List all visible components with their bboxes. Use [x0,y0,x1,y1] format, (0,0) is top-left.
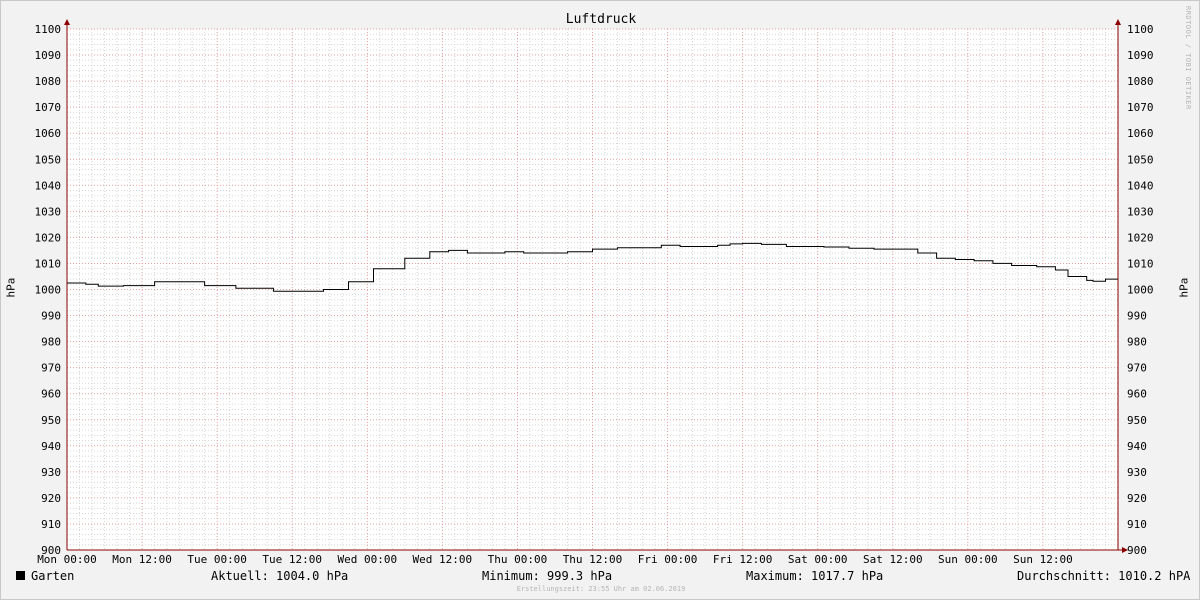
legend-maximum: Maximum: 1017.7 hPa [746,569,884,583]
x-tick-label: Wed 00:00 [337,553,397,566]
y-tick-label-right: 1020 [1127,231,1154,244]
x-tick-label: Wed 12:00 [413,553,473,566]
y-tick-label-right: 1090 [1127,49,1154,62]
y-tick-label-right: 910 [1127,518,1147,531]
y-tick-label: 1070 [35,101,62,114]
y-tick-label: 1090 [35,49,62,62]
x-tick-label: Mon 12:00 [112,553,172,566]
y-tick-label-right: 1060 [1127,127,1154,140]
x-tick-label: Sun 12:00 [1013,553,1073,566]
y-tick-label: 1050 [35,153,62,166]
y-tick-label-right: 1000 [1127,284,1154,297]
y-tick-label-right: 950 [1127,414,1147,427]
x-tick-label: Fri 00:00 [638,553,698,566]
x-tick-label: Thu 00:00 [488,553,548,566]
y-tick-label-right: 1050 [1127,153,1154,166]
legend-series-label: Garten [31,569,75,583]
y-tick-label: 1040 [35,179,62,192]
x-tick-label: Thu 12:00 [563,553,623,566]
y-tick-label: 940 [41,440,61,453]
y-tick-label: 980 [41,336,61,349]
y-tick-label: 950 [41,414,61,427]
y-tick-label: 1020 [35,231,62,244]
y-tick-label: 1100 [35,23,62,36]
x-tick-label: Sat 12:00 [863,553,923,566]
y-tick-label-right: 940 [1127,440,1147,453]
y-tick-label-right: 900 [1127,544,1147,557]
x-tick-label: Sun 00:00 [938,553,998,566]
y-tick-label-right: 1010 [1127,257,1154,270]
legend-average: Durchschnitt: 1010.2 hPA [1017,569,1191,583]
y-tick-label-right: 930 [1127,466,1147,479]
x-tick-label: Mon 00:00 [37,553,97,566]
y-tick-label-right: 960 [1127,388,1147,401]
legend-minimum: Minimum: 999.3 hPa [482,569,613,583]
y-tick-label-right: 1100 [1127,23,1154,36]
y-tick-label: 960 [41,388,61,401]
legend-current: Aktuell: 1004.0 hPa [211,569,349,583]
y-tick-label: 1010 [35,257,62,270]
y-tick-label-right: 970 [1127,362,1147,375]
y-tick-label: 1080 [35,75,62,88]
y-tick-label-right: 980 [1127,336,1147,349]
legend-swatch [16,571,25,580]
x-tick-label: Sat 00:00 [788,553,848,566]
legend-series: Garten [16,569,74,583]
y-tick-label: 920 [41,492,61,505]
y-tick-label-right: 1030 [1127,205,1154,218]
y-tick-label: 930 [41,466,61,479]
y-axis-arrow-left [64,19,70,25]
x-tick-label: Fri 12:00 [713,553,773,566]
chart-frame: Luftdruck RRDTOOL / TOBI OETIKER hPa hPa… [0,0,1200,600]
y-tick-label-right: 1080 [1127,75,1154,88]
y-tick-label-right: 1070 [1127,101,1154,114]
y-tick-label: 910 [41,518,61,531]
chart-canvas: 900 900910 910920 920930 930940 940950 950960 9… [35,19,1154,566]
y-tick-label: 970 [41,362,61,375]
y-axis-arrow-right [1115,19,1121,25]
creation-time: Erstellungszeit: 23:55 Uhr am 02.06.2019 [516,585,686,593]
y-tick-label-right: 990 [1127,310,1147,323]
y-tick-label: 1030 [35,205,62,218]
y-tick-label-right: 1040 [1127,179,1154,192]
y-tick-label: 1060 [35,127,62,140]
y-tick-label: 990 [41,310,61,323]
y-tick-label-right: 920 [1127,492,1147,505]
x-tick-label: Tue 00:00 [187,553,247,566]
y-tick-label: 1000 [35,284,62,297]
x-tick-label: Tue 12:00 [262,553,322,566]
